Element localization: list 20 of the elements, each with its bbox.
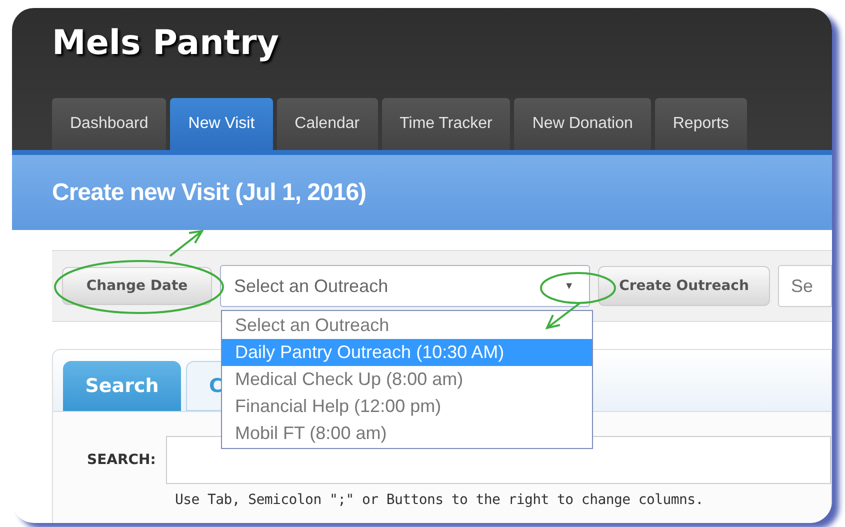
outreach-option[interactable]: Financial Help (12:00 pm) — [222, 393, 592, 420]
search-field[interactable]: Se — [778, 265, 832, 307]
outreach-option[interactable]: Select an Outreach — [222, 312, 592, 339]
annotation-arrow — [545, 302, 582, 330]
change-date-button[interactable]: Change Date — [62, 267, 212, 305]
annotation-arrow — [168, 229, 204, 258]
nav-tab[interactable]: Reports — [654, 98, 747, 150]
search-hint: Use Tab, Semicolon ";" or Buttons to the right to change columns. — [175, 491, 704, 510]
search-label: SEARCH: — [87, 450, 156, 470]
page-heading: Create new Visit (Jul 1, 2016) — [52, 178, 366, 208]
nav-tab[interactable]: New Donation — [514, 98, 651, 150]
app-title: Mels Pantry — [52, 22, 279, 65]
create-outreach-button[interactable]: Create Outreach — [598, 266, 770, 306]
outreach-option[interactable]: Medical Check Up (8:00 am) — [222, 366, 592, 393]
nav-tab[interactable]: Dashboard — [52, 98, 166, 150]
nav-tab[interactable]: Time Tracker — [382, 98, 510, 150]
nav-tab[interactable]: Calendar — [276, 98, 378, 150]
outreach-option[interactable]: Mobil FT (8:00 am) — [222, 420, 592, 447]
nav-tab[interactable]: New Visit — [170, 98, 273, 150]
outreach-select[interactable]: Select an Outreach ▼ — [220, 265, 590, 307]
